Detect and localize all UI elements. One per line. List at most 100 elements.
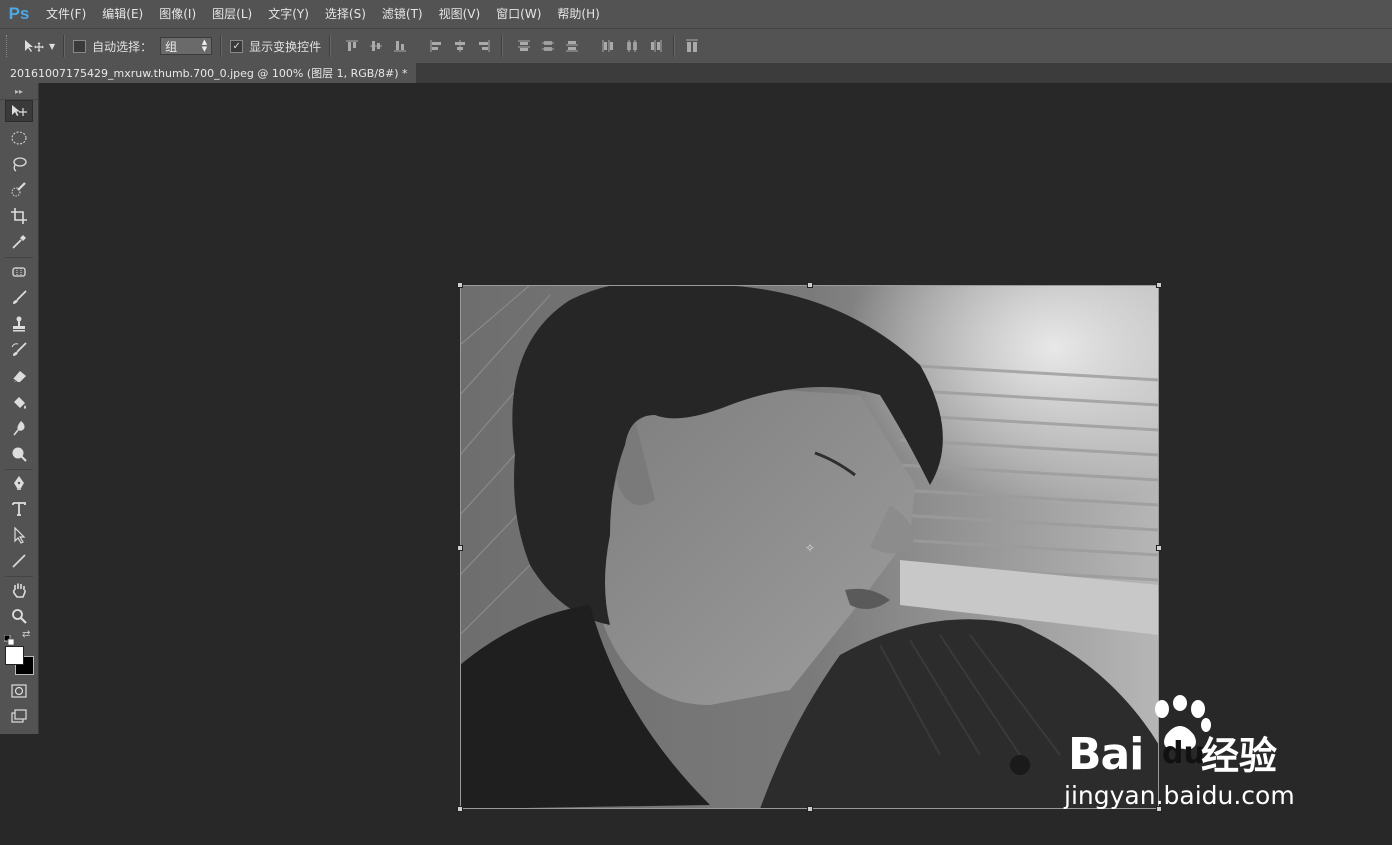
photo-signature: Fei	[1074, 299, 1103, 320]
align-top-edges-button[interactable]	[343, 37, 361, 55]
align-bottom-icon	[394, 41, 407, 52]
distribute-horizontal-buttons	[599, 37, 665, 55]
distribute-vcenter-button[interactable]	[539, 37, 557, 55]
align-vertical-centers-button[interactable]	[367, 37, 385, 55]
divider	[5, 257, 33, 258]
distribute-top-icon	[518, 40, 531, 51]
show-transform-controls-checkbox[interactable]: ✓	[230, 39, 244, 53]
quick-mask-icon	[11, 684, 27, 698]
lasso-icon	[13, 157, 27, 172]
eyedropper-icon	[12, 235, 26, 249]
quick-selection-icon	[11, 182, 26, 197]
crop-icon	[11, 208, 27, 224]
pen-icon	[14, 476, 24, 490]
distribute-bottom-icon	[566, 41, 579, 52]
move-tool[interactable]	[5, 100, 33, 122]
align-buttons	[343, 37, 409, 55]
divider	[673, 35, 676, 57]
paint-bucket-icon	[14, 397, 26, 409]
pen-tool[interactable]	[5, 472, 33, 494]
distribute-bottom-button[interactable]	[563, 37, 581, 55]
divider	[63, 35, 66, 57]
menu-edit[interactable]: 编辑(E)	[94, 0, 151, 28]
align-hcenter-icon	[455, 40, 466, 52]
dodge-icon	[12, 447, 27, 462]
elliptical-marquee-tool[interactable]	[5, 127, 33, 149]
paint-bucket-tool[interactable]	[5, 391, 33, 413]
align-horizontal-buttons	[427, 37, 493, 55]
menu-help[interactable]: 帮助(H)	[549, 0, 607, 28]
baidu-jingyan-watermark: Bai du 经验 jingyan.baidu.com	[1064, 693, 1324, 818]
stamp-icon	[13, 316, 25, 332]
brush-tool[interactable]	[5, 287, 33, 309]
menu-file[interactable]: 文件(F)	[38, 0, 94, 28]
crop-tool[interactable]	[5, 205, 33, 227]
align-bottom-edges-button[interactable]	[391, 37, 409, 55]
lasso-tool[interactable]	[5, 153, 33, 175]
watermark-url: jingyan.baidu.com	[1064, 781, 1295, 810]
photoshop-logo: Ps	[8, 4, 30, 23]
menu-type[interactable]: 文字(Y)	[260, 0, 317, 28]
spot-healing-brush-tool[interactable]	[5, 261, 33, 283]
transform-handle-bottom-left[interactable]	[457, 806, 463, 812]
chevron-down-icon: ▼	[49, 41, 56, 51]
distribute-vcenter-icon	[542, 41, 555, 51]
auto-select-checkbox[interactable]	[73, 39, 87, 53]
align-horizontal-centers-button[interactable]	[451, 37, 469, 55]
options-bar-grip[interactable]	[6, 35, 13, 57]
eraser-tool[interactable]	[5, 365, 33, 387]
menu-filter[interactable]: 滤镜(T)	[374, 0, 431, 28]
align-left-icon	[430, 40, 442, 52]
align-left-edges-button[interactable]	[427, 37, 445, 55]
hand-tool[interactable]	[5, 579, 33, 601]
align-right-icon	[479, 40, 490, 52]
menu-window[interactable]: 窗口(W)	[488, 0, 549, 28]
transform-handle-top-left[interactable]	[457, 282, 463, 288]
blur-tool[interactable]	[5, 417, 33, 439]
eraser-icon	[12, 371, 26, 383]
divider	[329, 35, 332, 57]
toolbox-collapse-handle[interactable]: ▸▸	[0, 83, 38, 100]
menu-view[interactable]: 视图(V)	[431, 0, 489, 28]
transform-handle-left[interactable]	[457, 545, 463, 551]
document-tab[interactable]: 20161007175429_mxruw.thumb.700_0.jpeg @ …	[0, 63, 416, 83]
history-brush-tool[interactable]	[5, 339, 33, 361]
distribute-right-button[interactable]	[647, 37, 665, 55]
foreground-color-swatch[interactable]	[5, 646, 24, 665]
watermark-brand-du: du	[1162, 736, 1205, 771]
clone-stamp-tool[interactable]	[5, 313, 33, 335]
screen-mode-button[interactable]	[5, 706, 33, 728]
menu-select[interactable]: 选择(S)	[317, 0, 374, 28]
type-tool[interactable]	[5, 498, 33, 520]
menu-layer[interactable]: 图层(L)	[204, 0, 260, 28]
divider	[501, 35, 504, 57]
quick-selection-tool[interactable]	[5, 179, 33, 201]
transform-handle-top[interactable]	[807, 282, 813, 288]
distribute-top-button[interactable]	[515, 37, 533, 55]
transform-handle-bottom[interactable]	[807, 806, 813, 812]
eyedropper-tool[interactable]	[5, 231, 33, 253]
auto-select-target-dropdown[interactable]: 组 ▲ ▼	[160, 37, 213, 55]
line-tool[interactable]	[5, 550, 33, 572]
distribute-vertical-buttons	[515, 37, 581, 55]
path-selection-tool[interactable]	[5, 524, 33, 546]
zoom-tool[interactable]	[5, 605, 33, 627]
default-colors-icon[interactable]	[3, 630, 15, 646]
distribute-hcenter-button[interactable]	[623, 37, 641, 55]
auto-align-layers-button[interactable]	[683, 37, 701, 55]
transform-center-icon[interactable]: ✧	[804, 542, 816, 554]
transform-handle-top-right[interactable]	[1156, 282, 1162, 288]
move-tool-icon	[25, 40, 44, 52]
transform-handle-right[interactable]	[1156, 545, 1162, 551]
quick-mask-button[interactable]	[5, 680, 33, 702]
distribute-left-button[interactable]	[599, 37, 617, 55]
dodge-tool[interactable]	[5, 443, 33, 465]
arrow-cursor-icon	[14, 526, 26, 544]
show-transform-controls-label: 显示变换控件	[249, 39, 322, 54]
menu-image[interactable]: 图像(I)	[151, 0, 204, 28]
tool-preset-picker[interactable]: ▼	[23, 38, 55, 54]
swap-colors-icon[interactable]: ⇄	[22, 629, 34, 641]
dropdown-value: 组	[165, 39, 178, 54]
divider	[5, 576, 33, 577]
align-right-edges-button[interactable]	[475, 37, 493, 55]
